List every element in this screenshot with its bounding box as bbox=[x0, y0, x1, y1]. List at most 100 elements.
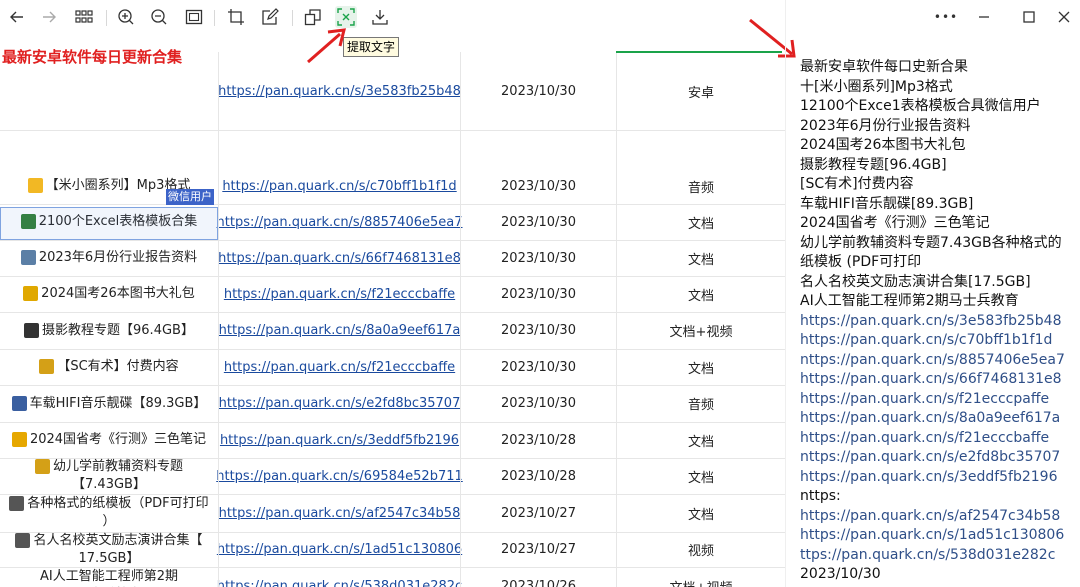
maximize-icon[interactable] bbox=[1018, 6, 1040, 28]
row-type: 文档 bbox=[687, 470, 714, 486]
extracted-line[interactable]: https://pan.quark.cn/s/3e583fb25b48 bbox=[800, 312, 1062, 331]
row-link[interactable]: https://pan.quark.cn/s/e2fd8bc35707 bbox=[219, 396, 461, 411]
edit-icon[interactable] bbox=[259, 6, 281, 28]
download-icon[interactable] bbox=[369, 6, 391, 28]
row-date: 2023/10/30 bbox=[501, 214, 576, 230]
extracted-line[interactable]: https://pan.quark.cn/s/8a0a9eef617a bbox=[800, 409, 1060, 428]
row-link[interactable]: https://pan.quark.cn/s/c70bff1b1f1d bbox=[222, 179, 456, 194]
extracted-line[interactable]: 12100个Exce1表格模板合具微信用户 bbox=[800, 97, 1041, 116]
extracted-line[interactable]: 2023/10/30 bbox=[800, 565, 881, 584]
row-link[interactable]: https://pan.quark.cn/s/af2547c34b58 bbox=[219, 506, 461, 521]
copy-icon[interactable] bbox=[302, 6, 324, 28]
extracted-line[interactable]: 2024国考26本图书大礼包 bbox=[800, 136, 965, 155]
selected-cell bbox=[0, 207, 218, 240]
crop-icon[interactable] bbox=[225, 6, 247, 28]
row-type: 视频 bbox=[687, 544, 714, 559]
row-date: 2023/10/30 bbox=[501, 286, 576, 302]
extracted-line[interactable]: 2024国省考《行测》三色笔记 bbox=[800, 214, 990, 233]
extracted-line[interactable]: 幼儿学前教辅资料专题7.43GB各种格式的 bbox=[800, 234, 1062, 253]
extracted-line[interactable]: https://pan.quark.cn/s/f21ecccbaffe bbox=[800, 429, 1049, 448]
extracted-line[interactable]: ttps://pan.quark.cn/s/538d031e282c bbox=[800, 546, 1055, 565]
table-row: 各种格式的纸模板（PDF可打印 ） https://pan.quark.cn/s/… bbox=[0, 494, 785, 533]
row-link[interactable]: https://pan.quark.cn/s/8857406e5ea7 bbox=[217, 215, 463, 230]
row-type: 文档+视频 bbox=[617, 567, 785, 587]
row-icon bbox=[11, 395, 27, 411]
wechat-user-badge: 微信用户 bbox=[166, 189, 214, 205]
zoom-out-icon[interactable] bbox=[148, 6, 170, 28]
table-row: 【SC有术】付费内容 https://pan.quark.cn/s/f21eccc… bbox=[0, 349, 785, 386]
row-type: 音频 bbox=[687, 180, 714, 196]
row-type: 文档 bbox=[687, 507, 714, 523]
row-name: 各种格式的纸模板（PDF可打印 ） bbox=[0, 494, 218, 532]
minimize-icon[interactable] bbox=[973, 6, 995, 28]
row-name: 幼儿学前教辅资料专题 【7.43GB】 bbox=[0, 458, 218, 494]
more-icon[interactable]: ••• bbox=[934, 6, 958, 28]
row-type: 安卓 bbox=[687, 85, 714, 101]
row-link[interactable]: https://pan.quark.cn/s/f21ecccbaffe bbox=[224, 360, 455, 375]
header-underline bbox=[616, 51, 782, 53]
row-link[interactable]: https://pan.quark.cn/s/3eddf5fb2196 bbox=[220, 433, 459, 448]
row-link[interactable]: https://pan.quark.cn/s/538d031e282c bbox=[217, 579, 462, 587]
extracted-line[interactable]: 纸模板 (PDF可打印 bbox=[800, 253, 921, 272]
row-date: 2023/10/30 bbox=[501, 178, 576, 194]
row-type: 音频 bbox=[687, 398, 714, 413]
extracted-line[interactable]: https://pan.quark.cn/s/af2547c34b58 bbox=[800, 507, 1060, 526]
extracted-text-panel[interactable]: 最新安卓软件每口史新合果 十[米小圈系列]Mp3格式 12100个Exce1表格模板… bbox=[786, 52, 1080, 587]
extracted-line[interactable]: nttps://pan.quark.cn/s/8857406e5ea7 bbox=[800, 351, 1065, 370]
extracted-line[interactable]: 最新安卓软件每口史新合果 bbox=[800, 58, 968, 77]
toolbar: ••• bbox=[0, 0, 1080, 34]
extracted-line[interactable]: https://pan.quark.cn/s/c70bff1b1f1d bbox=[800, 331, 1052, 350]
table-row: 【米小圈系列】Mp3格式 https://pan.quark.cn/s/c70bf… bbox=[0, 168, 785, 205]
table-row: AI人工智能工程师第2期 马士兵教育 https://pan.quark.cn/s… bbox=[0, 567, 785, 587]
row-link[interactable]: https://pan.quark.cn/s/1ad51c130806 bbox=[217, 542, 462, 557]
row-type: 文档 bbox=[687, 434, 714, 450]
row-icon bbox=[27, 178, 43, 193]
row-icon bbox=[23, 286, 39, 301]
table-row: 2024国省考《行测》三色笔记 https://pan.quark.cn/s/3e… bbox=[0, 422, 785, 459]
row-date: 2023/10/27 bbox=[501, 505, 576, 521]
row-date: 2023/10/27 bbox=[501, 542, 576, 557]
row-type: 文档 bbox=[687, 252, 714, 268]
zoom-in-icon[interactable] bbox=[115, 6, 137, 28]
table-row: 摄影教程专题【96.4GB】 https://pan.quark.cn/s/8a0… bbox=[0, 312, 785, 350]
extracted-line[interactable]: 车载HIFI音乐靓碟[89.3GB] bbox=[800, 195, 973, 214]
row-name: 【SC有术】付费内容 bbox=[0, 349, 218, 385]
back-icon[interactable] bbox=[6, 6, 28, 28]
sheet-title: 最新安卓软件每日更新合集 bbox=[2, 48, 183, 66]
row-icon bbox=[39, 359, 55, 374]
extracted-line[interactable]: 摄影教程专题[96.4GB] bbox=[800, 156, 947, 175]
table-row: 2023年6月份行业报告资料 https://pan.quark.cn/s/66f… bbox=[0, 240, 785, 277]
table-row: 车载HIFI音乐靓碟【89.3GB】 https://pan.quark.cn/s… bbox=[0, 385, 785, 423]
extracted-line[interactable]: AI人工智能工程师第2期马士兵教育 bbox=[800, 292, 1019, 311]
forward-icon[interactable] bbox=[38, 6, 60, 28]
extracted-line[interactable]: nttps: bbox=[800, 487, 841, 506]
extracted-line[interactable]: https://pan.quark.cn/s/3eddf5fb2196 bbox=[800, 468, 1058, 487]
extracted-line[interactable]: 名人名校英文励志演讲合集[17.5GB] bbox=[800, 273, 1031, 292]
extracted-line[interactable]: [SC有术]付费内容 bbox=[800, 175, 914, 194]
row-icon bbox=[20, 250, 36, 265]
extracted-line[interactable]: 2023年6月份行业报告资料 bbox=[800, 117, 971, 136]
row-name: 2024国考26本图书大礼包 bbox=[0, 276, 218, 312]
row-type: 文档 bbox=[687, 288, 714, 304]
grid-icon[interactable] bbox=[73, 6, 95, 28]
row-link[interactable]: https://pan.quark.cn/s/66f7468131e8 bbox=[218, 251, 461, 266]
row-type: 文档 bbox=[687, 216, 714, 232]
extracted-line[interactable]: https://pan.quark.cn/s/66f7468131e8 bbox=[800, 370, 1062, 389]
extract-text-icon[interactable] bbox=[335, 6, 357, 28]
extracted-line[interactable]: 十[米小圈系列]Mp3格式 bbox=[800, 78, 953, 97]
table-row: 名人名校英文励志演讲合集【 17.5GB】 https://pan.quark.c… bbox=[0, 532, 785, 568]
extracted-line[interactable]: nttps://pan.quark.cn/s/e2fd8bc35707 bbox=[800, 448, 1060, 467]
extracted-line[interactable]: https://pan.quark.cn/s/f21ecccpaffe bbox=[800, 390, 1049, 409]
row-icon bbox=[11, 432, 27, 447]
row-date: 2023/10/28 bbox=[501, 468, 576, 484]
row-link[interactable]: https://pan.quark.cn/s/f21ecccbaffe bbox=[224, 287, 455, 302]
spreadsheet-image: https://pan.quark.cn/s/3e583fb25b48 2023/… bbox=[0, 52, 785, 587]
row-link[interactable]: https://pan.quark.cn/s/3e583fb25b48 bbox=[218, 84, 461, 99]
fit-screen-icon[interactable] bbox=[183, 6, 205, 28]
extracted-line[interactable]: https://pan.quark.cn/s/1ad51c130806 bbox=[800, 526, 1064, 545]
close-icon[interactable] bbox=[1053, 6, 1075, 28]
row-link[interactable]: https://pan.quark.cn/s/69584e52b711 bbox=[216, 469, 463, 484]
table-row: 幼儿学前教辅资料专题 【7.43GB】 https://pan.quark.cn/… bbox=[0, 458, 785, 495]
row-link[interactable]: https://pan.quark.cn/s/8a0a9eef617a bbox=[219, 323, 461, 338]
row-name: 2023年6月份行业报告资料 bbox=[0, 240, 218, 276]
